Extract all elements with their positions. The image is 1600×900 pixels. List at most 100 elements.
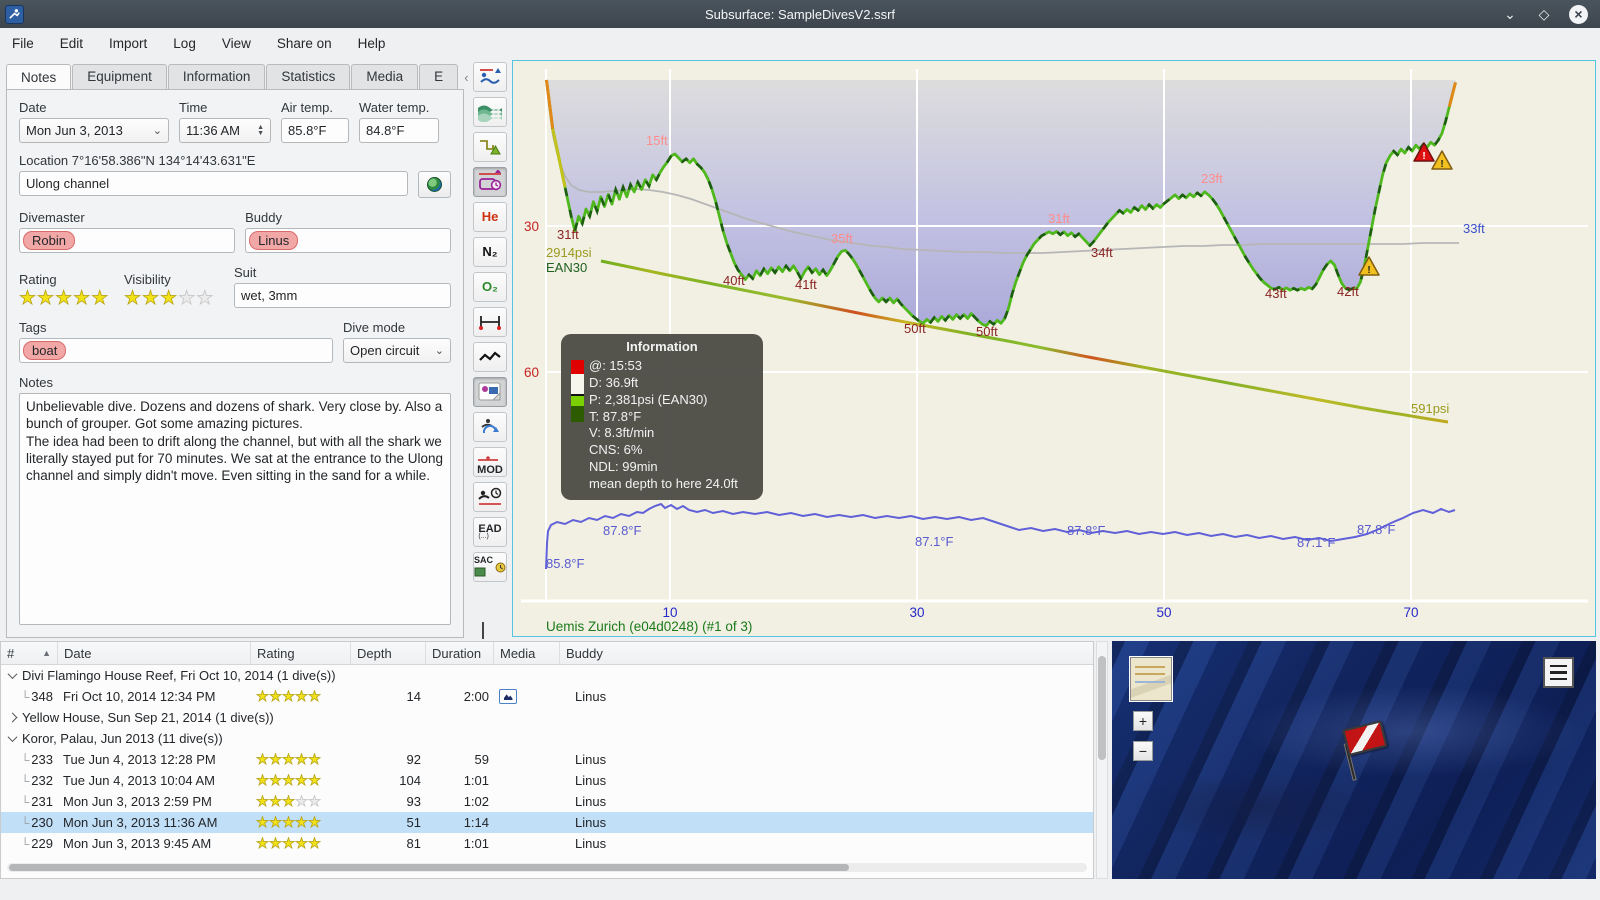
dive-flag-marker[interactable]	[1334, 718, 1396, 784]
col-header-date[interactable]: Date	[58, 642, 251, 664]
map-zoom-in-button[interactable]: +	[1133, 711, 1153, 731]
trip-row[interactable]: Yellow House, Sun Sep 21, 2014 (1 dive(s…	[1, 707, 1093, 728]
dive-row[interactable]: └ 232 Tue Jun 4, 2013 10:04 AM ★★★★★ 104 1:01…	[1, 770, 1093, 791]
suit-field[interactable]	[234, 283, 451, 308]
water-temp-field[interactable]	[359, 118, 439, 143]
dive-site-map[interactable]: + −	[1112, 641, 1596, 879]
time-value: 11:36 AM	[186, 123, 240, 138]
helium-graph-button[interactable]: He	[473, 202, 507, 232]
close-button[interactable]: ×	[1569, 4, 1588, 24]
heart-rate-button[interactable]	[473, 342, 507, 372]
menu-view[interactable]: View	[222, 36, 251, 51]
ruler-button[interactable]	[473, 307, 507, 337]
calc-ceiling-diver-button[interactable]	[473, 62, 507, 92]
maximize-button[interactable]: ◇	[1535, 6, 1553, 23]
oxygen-graph-button[interactable]: O₂	[473, 272, 507, 302]
dive-profile-chart[interactable]: !!! 15ft 31ft 2914psi EAN30 40ft 41ft 35ft 50ft 5…	[512, 60, 1596, 637]
menu-help[interactable]: Help	[358, 36, 386, 51]
rating-stars[interactable]: ★★★★★	[19, 289, 114, 309]
tags-field[interactable]: boat	[19, 338, 333, 363]
tag-boat[interactable]: boat	[23, 341, 67, 360]
notes-textarea[interactable]: Unbelievable dive. Dozens and dozens of …	[19, 393, 451, 625]
horizontal-scrollbar[interactable]	[7, 863, 1087, 872]
expand-icon[interactable]	[7, 712, 18, 723]
overview-minimap[interactable]	[1130, 657, 1172, 701]
location-globe-button[interactable]	[418, 171, 451, 198]
buddy-label: Buddy	[245, 210, 283, 225]
tab-statistics[interactable]: Statistics	[266, 64, 351, 89]
col-header-rating[interactable]: Rating	[251, 642, 351, 664]
profile-annotation: 23ft	[1201, 171, 1223, 186]
profile-info-tooltip[interactable]: Information @: 15:53 D: 36.9ft P: 2,381psi…	[561, 334, 763, 501]
dive-row[interactable]: └ 233 Tue Jun 4, 2013 12:28 PM ★★★★★ 92 59 Lin…	[1, 749, 1093, 770]
buddy-tag[interactable]: Linus	[249, 231, 299, 250]
dive-row[interactable]: └ 229 Mon Jun 3, 2013 9:45 AM ★★★★★ 81 1:01 Li…	[1, 833, 1093, 854]
sac-button[interactable]: SAC	[473, 552, 507, 582]
col-header-media[interactable]: Media	[494, 642, 560, 664]
col-header-number[interactable]: # ▲	[1, 642, 58, 664]
dive-number: └ 232	[20, 773, 53, 788]
tab-notes[interactable]: Notes	[6, 64, 72, 90]
col-header-buddy[interactable]: Buddy	[560, 642, 1093, 664]
tab-media[interactable]: Media	[351, 64, 419, 89]
dive-depth: 81	[406, 836, 421, 851]
tree-elbow-icon: └	[20, 816, 30, 830]
time-spinbox[interactable]: 11:36 AM ▲ ▼	[179, 118, 271, 143]
dive-row[interactable]: └ 348 Fri Oct 10, 2014 12:34 PM ★★★★★ 14 2:00…	[1, 686, 1093, 707]
gas-switch-button[interactable]	[473, 412, 507, 442]
menu-edit[interactable]: Edit	[60, 36, 83, 51]
spinner-arrows-icon[interactable]: ▲ ▼	[257, 124, 264, 137]
menu-share-on[interactable]: Share on	[277, 36, 332, 51]
tank-pressure-toggle-button[interactable]	[473, 167, 507, 197]
dive-mode-select[interactable]: Open circuit ⌄	[343, 338, 451, 363]
vertical-scrollbar[interactable]	[1096, 641, 1108, 879]
dc-ceiling-button[interactable]	[473, 132, 507, 162]
visibility-stars[interactable]: ★★★★★	[124, 288, 224, 309]
map-menu-button[interactable]	[1543, 657, 1574, 688]
star-filled-icon: ★	[142, 288, 161, 309]
nitrogen-graph-button[interactable]: N₂	[473, 237, 507, 267]
col-header-depth[interactable]: Depth	[351, 642, 426, 664]
date-value: Mon Jun 3, 2013	[26, 123, 123, 138]
deco-time-button[interactable]	[473, 482, 507, 512]
tab-information[interactable]: Information	[167, 64, 266, 89]
scrollbar-thumb[interactable]	[1098, 656, 1106, 760]
scrollbar-thumb[interactable]	[9, 864, 849, 871]
tree-elbow-icon: └	[20, 753, 30, 767]
col-header-duration[interactable]: Duration	[426, 642, 494, 664]
profile-annotation: 591psi	[1411, 401, 1449, 416]
toolbar-scroll-down-button[interactable]	[482, 622, 498, 639]
chevron-down-icon: ⌄	[152, 125, 162, 137]
star-filled-icon: ★	[295, 815, 309, 830]
buddy-field[interactable]: Linus	[245, 228, 451, 253]
collapse-icon[interactable]	[7, 669, 18, 680]
ruler-icon	[479, 316, 501, 330]
divemaster-field[interactable]: Robin	[19, 228, 236, 253]
minimize-button[interactable]: ⌄	[1501, 6, 1519, 23]
map-zoom-out-button[interactable]: −	[1133, 741, 1153, 761]
date-combobox[interactable]: Mon Jun 3, 2013 ⌄	[19, 118, 169, 143]
menu-file[interactable]: File	[12, 36, 34, 51]
profile-annotation: 87.8°F	[603, 523, 642, 538]
menu-log[interactable]: Log	[173, 36, 196, 51]
tab-equipment[interactable]: Equipment	[72, 64, 167, 89]
red-plus-line-icon	[478, 455, 499, 461]
dive-rating: ★★★★★	[251, 690, 351, 704]
menu-import[interactable]: Import	[109, 36, 147, 51]
dive-row[interactable]: └ 230 Mon Jun 3, 2013 11:36 AM ★★★★★ 51 1:14 L…	[1, 812, 1093, 833]
trip-row[interactable]: Divi Flamingo House Reef, Fri Oct 10, 20…	[1, 665, 1093, 686]
surface-waves-button[interactable]	[473, 97, 507, 127]
location-field[interactable]	[19, 171, 408, 196]
divemaster-tag[interactable]: Robin	[23, 231, 75, 250]
dive-duration: 59	[474, 752, 489, 767]
show-photos-toggle-button[interactable]	[473, 377, 507, 407]
tab-extra[interactable]: E	[419, 64, 459, 89]
collapse-icon[interactable]	[7, 732, 18, 743]
photo-thumbnail-icon[interactable]	[499, 689, 517, 704]
mod-button[interactable]: MOD	[473, 447, 507, 477]
air-temp-field[interactable]	[281, 118, 349, 143]
star-filled-icon: ★	[308, 815, 322, 830]
trip-row[interactable]: Koror, Palau, Jun 2013 (11 dive(s))	[1, 728, 1093, 749]
ead-button[interactable]: EAD (...)	[473, 517, 507, 547]
dive-row[interactable]: └ 231 Mon Jun 3, 2013 2:59 PM ★★★★★ 93 1:02 Li…	[1, 791, 1093, 812]
